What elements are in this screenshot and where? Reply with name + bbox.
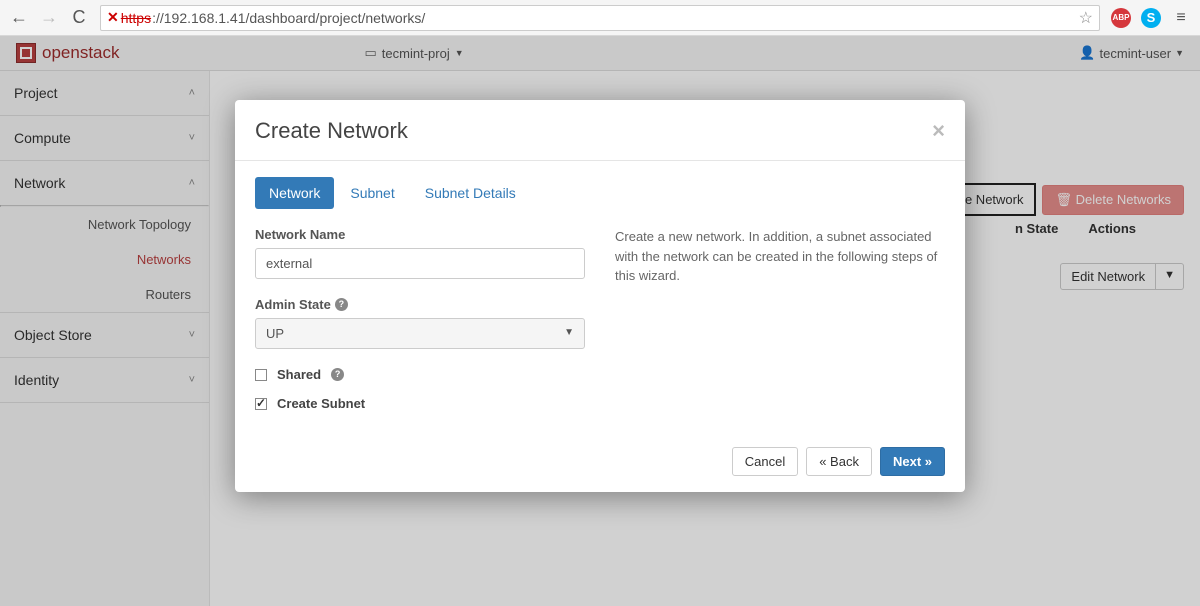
shared-label: Shared xyxy=(277,367,321,382)
create-network-modal: Create Network × Network Subnet Subnet D… xyxy=(235,100,965,492)
skype-icon[interactable]: S xyxy=(1141,8,1161,28)
next-button[interactable]: Next » xyxy=(880,447,945,476)
back-button[interactable]: « Back xyxy=(806,447,872,476)
adblock-icon[interactable]: ABP xyxy=(1111,8,1131,28)
modal-title: Create Network xyxy=(255,118,408,144)
help-icon[interactable]: ? xyxy=(335,298,348,311)
create-subnet-checkbox[interactable] xyxy=(255,398,267,410)
admin-state-value: UP xyxy=(266,326,284,341)
network-name-label: Network Name xyxy=(255,227,585,242)
form-left: Network Name Admin State ? UP Shared ? xyxy=(255,227,585,425)
modal-footer: Cancel « Back Next » xyxy=(235,435,965,492)
tab-subnet-details[interactable]: Subnet Details xyxy=(411,177,530,209)
modal-tabs: Network Subnet Subnet Details xyxy=(255,177,945,209)
tab-subnet[interactable]: Subnet xyxy=(336,177,408,209)
insecure-icon: ✕ xyxy=(107,9,119,26)
admin-state-label-text: Admin State xyxy=(255,297,331,312)
help-icon[interactable]: ? xyxy=(331,368,344,381)
modal-help-text: Create a new network. In addition, a sub… xyxy=(615,227,945,286)
app-root: openstack tecmint-proj ▼ 👤 tecmint-user … xyxy=(0,36,1200,606)
create-subnet-checkbox-row[interactable]: Create Subnet xyxy=(255,396,585,411)
url-path: ://192.168.1.41/dashboard/project/networ… xyxy=(152,10,425,26)
url-protocol: https xyxy=(121,10,151,26)
forward-button[interactable]: → xyxy=(36,5,62,31)
browser-toolbar: ← → C ✕ https ://192.168.1.41/dashboard/… xyxy=(0,0,1200,36)
create-subnet-label: Create Subnet xyxy=(277,396,365,411)
form-row: Network Name Admin State ? UP Shared ? xyxy=(255,227,945,425)
network-name-input[interactable] xyxy=(255,248,585,279)
browser-menu-icon[interactable]: ≡ xyxy=(1168,9,1194,27)
tab-network[interactable]: Network xyxy=(255,177,334,209)
cancel-button[interactable]: Cancel xyxy=(732,447,798,476)
admin-state-select[interactable]: UP xyxy=(255,318,585,349)
modal-header: Create Network × xyxy=(235,100,965,161)
url-bar[interactable]: ✕ https ://192.168.1.41/dashboard/projec… xyxy=(100,5,1100,31)
admin-state-label: Admin State ? xyxy=(255,297,585,312)
close-icon[interactable]: × xyxy=(932,118,945,144)
shared-checkbox[interactable] xyxy=(255,369,267,381)
back-button[interactable]: ← xyxy=(6,5,32,31)
modal-body: Network Subnet Subnet Details Network Na… xyxy=(235,161,965,435)
form-right: Create a new network. In addition, a sub… xyxy=(615,227,945,425)
bookmark-star-icon[interactable]: ☆ xyxy=(1079,8,1093,28)
shared-checkbox-row[interactable]: Shared ? xyxy=(255,367,585,382)
reload-button[interactable]: C xyxy=(66,5,92,31)
